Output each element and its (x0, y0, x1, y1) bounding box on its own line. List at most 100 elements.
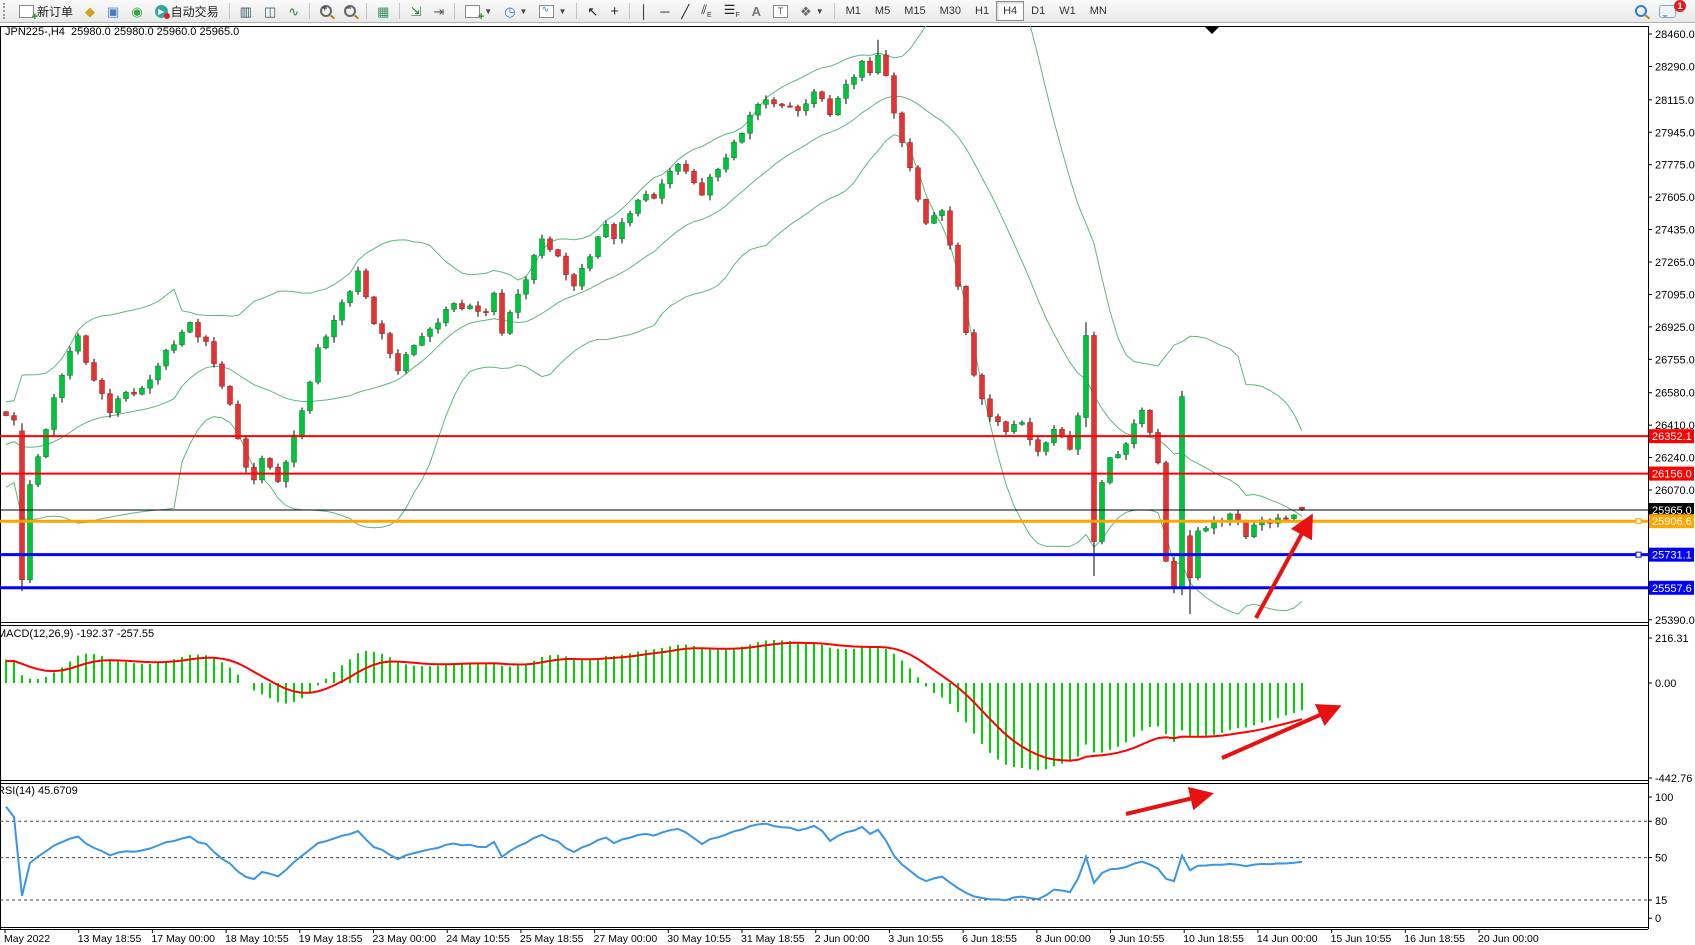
svg-text:10 Jun 18:55: 10 Jun 18:55 (1183, 933, 1244, 945)
vertical-line-icon: │ (640, 5, 648, 18)
svg-text:27605.0: 27605.0 (1655, 192, 1695, 204)
bar-chart-icon: ▥ (240, 5, 252, 18)
timeframe-H4[interactable]: H4 (996, 1, 1024, 21)
new-order-button[interactable]: 新订单 (14, 0, 78, 22)
line-handle[interactable] (1636, 519, 1641, 524)
svg-text:13 May 18:55: 13 May 18:55 (78, 933, 142, 945)
svg-text:25731.1: 25731.1 (1652, 550, 1692, 562)
equidistant-channel-icon: ⫽ (701, 3, 711, 19)
svg-text:25906.6: 25906.6 (1652, 516, 1692, 528)
channel-tool-button[interactable]: ⫽ (696, 0, 716, 22)
svg-text:27265.0: 27265.0 (1655, 257, 1695, 269)
zoom-out-icon: − (344, 5, 356, 17)
vline-tool-button[interactable]: │ (635, 0, 653, 22)
zoom-in-button[interactable]: + (315, 0, 337, 22)
timeframe-M30[interactable]: M30 (933, 1, 968, 21)
svg-text:8 Jun 00:00: 8 Jun 00:00 (1036, 933, 1091, 945)
svg-text:26925.0: 26925.0 (1655, 322, 1695, 334)
svg-text:27775.0: 27775.0 (1655, 160, 1695, 172)
svg-text:19 May 18:55: 19 May 18:55 (299, 933, 363, 945)
timeframe-D1[interactable]: D1 (1024, 1, 1052, 21)
text-tool-button[interactable]: A (747, 0, 766, 22)
notifications-button[interactable]: 1 (1654, 0, 1681, 22)
svg-text:30 May 10:55: 30 May 10:55 (667, 933, 731, 945)
timeframe-M5[interactable]: M5 (868, 1, 897, 21)
zoom-out-button[interactable]: − (339, 0, 361, 22)
candlestick-button[interactable]: ◫ (259, 0, 281, 22)
new-order-label: 新订单 (37, 3, 73, 20)
svg-text:50: 50 (1655, 853, 1667, 865)
svg-text:17 May 00:00: 17 May 00:00 (151, 933, 215, 945)
line-chart-button[interactable]: ∿ (283, 0, 304, 22)
fibonacci-icon: ☰ (724, 3, 740, 19)
trend-arrow-rsi[interactable] (1126, 794, 1210, 814)
search-button[interactable] (1630, 0, 1652, 22)
tile-windows-button[interactable]: ▦ (372, 0, 394, 22)
price-axis: 28460.028290.028115.027945.027775.027605… (1648, 29, 1695, 925)
svg-text:18 May 10:55: 18 May 10:55 (225, 933, 289, 945)
gold-book-icon: ◆ (85, 5, 95, 18)
label-tool-button[interactable]: T (768, 0, 793, 22)
time-axis: May 202213 May 18:5517 May 00:0018 May 1… (4, 929, 1539, 945)
hline-tool-button[interactable]: ─ (655, 0, 674, 22)
pane-borders (0, 26, 1649, 930)
new-order-icon (19, 5, 34, 18)
svg-text:28290.0: 28290.0 (1655, 61, 1695, 73)
svg-text:9 Jun 10:55: 9 Jun 10:55 (1110, 933, 1165, 945)
timeframe-MN[interactable]: MN (1083, 1, 1114, 21)
new-chart-icon (465, 5, 480, 18)
metaeditor-button[interactable]: ◆ (80, 0, 100, 22)
autotrade-button[interactable]: ▶ 自动交易 (150, 0, 224, 22)
auto-scroll-button[interactable]: ⇲ (405, 0, 426, 22)
svg-text:26240.0: 26240.0 (1655, 453, 1695, 465)
chart-shift-marker[interactable] (1205, 27, 1219, 34)
clock-icon: ◷ (504, 5, 515, 18)
periods-button[interactable]: ◷▼ (499, 0, 532, 22)
zoom-in-icon: + (320, 5, 332, 17)
indicators-button[interactable]: ∿▼ (534, 0, 571, 22)
svg-text:25557.6: 25557.6 (1652, 583, 1692, 595)
svg-text:-442.76: -442.76 (1655, 773, 1692, 785)
svg-text:25 May 18:55: 25 May 18:55 (520, 933, 584, 945)
svg-text:24 May 10:55: 24 May 10:55 (446, 933, 510, 945)
svg-text:14 Jun 00:00: 14 Jun 00:00 (1257, 933, 1318, 945)
bar-chart-button[interactable]: ▥ (235, 0, 257, 22)
cursor-tool-button[interactable]: ↖ (582, 0, 603, 22)
svg-text:100: 100 (1655, 792, 1673, 804)
indicator-list-icon: ∿ (539, 5, 554, 18)
line-handle[interactable] (1636, 552, 1641, 557)
svg-text:26755.0: 26755.0 (1655, 354, 1695, 366)
timeframe-H1[interactable]: H1 (968, 1, 996, 21)
trend-arrow-main[interactable] (1256, 517, 1311, 618)
signals-button[interactable]: ◉ (126, 0, 147, 22)
bollinger-bands (6, 22, 1302, 614)
horizontal-line-icon: ─ (660, 5, 669, 18)
timeframe-M1[interactable]: M1 (839, 1, 868, 21)
chevron-down-icon: ▼ (484, 7, 492, 16)
timeframe-bar: M1M5M15M30H1H4D1W1MN (839, 1, 1114, 21)
text-icon: A (752, 5, 761, 18)
trendline-tool-button[interactable]: ╱ (676, 0, 694, 22)
chart-shift-button[interactable]: ⇥ (428, 0, 449, 22)
crosshair-tool-button[interactable]: + (605, 0, 624, 22)
autotrade-label: 自动交易 (171, 3, 219, 20)
rsi-line (6, 807, 1302, 901)
timeframe-W1[interactable]: W1 (1052, 1, 1083, 21)
chevron-down-icon: ▼ (558, 7, 566, 16)
svg-text:27435.0: 27435.0 (1655, 225, 1695, 237)
chart-canvas[interactable]: 28460.028290.028115.027945.027775.027605… (0, 22, 1695, 945)
rsi-indicator-label: RSI(14) 45.6709 (0, 785, 78, 797)
timeframe-M15[interactable]: M15 (897, 1, 932, 21)
arrows-icon: ❖ (800, 5, 812, 18)
chevron-down-icon: ▼ (520, 7, 528, 16)
terminal-button[interactable]: ▣ (102, 0, 124, 22)
crosshair-icon: + (610, 5, 619, 18)
svg-text:15 Jun 10:55: 15 Jun 10:55 (1331, 933, 1392, 945)
fibonacci-tool-button[interactable]: ☰ (719, 0, 745, 22)
new-chart-button[interactable]: ▼ (460, 0, 497, 22)
toolbar-grip[interactable] (3, 3, 10, 19)
arrows-tool-button[interactable]: ❖▼ (795, 0, 829, 22)
svg-text:23 May 00:00: 23 May 00:00 (373, 933, 437, 945)
svg-text:28460.0: 28460.0 (1655, 29, 1695, 41)
svg-text:0: 0 (1655, 913, 1661, 925)
